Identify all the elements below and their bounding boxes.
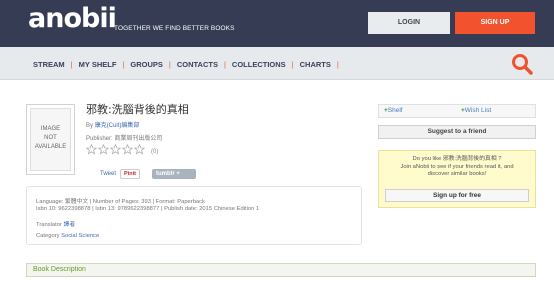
tweet-button[interactable]: Tweet: [100, 171, 116, 177]
book-details: Language: 繁體中文 | Number of Pages: 393 | …: [26, 186, 362, 245]
nav-groups[interactable]: GROUPS: [124, 61, 169, 69]
star-icon[interactable]: [122, 144, 133, 155]
nav-bar: STREAM | MY SHELF | GROUPS | CONTACTS | …: [0, 47, 554, 80]
signup-free-button[interactable]: Sign up for free: [385, 189, 529, 202]
main-nav: STREAM | MY SHELF | GROUPS | CONTACTS | …: [27, 61, 339, 69]
category-link[interactable]: Social Science: [61, 233, 99, 239]
star-icon[interactable]: [134, 144, 145, 155]
cover-placeholder: IMAGE NOT AVAILABLE: [30, 108, 71, 171]
rating-count: (0): [151, 149, 159, 155]
nav-separator: |: [336, 60, 339, 69]
shelf-actions: +Shelf +Wish List: [378, 104, 536, 118]
details-category-line: Category Social Science: [36, 233, 100, 239]
details-translator-line: Translator 譯者: [36, 222, 76, 228]
login-button[interactable]: LOGIN: [368, 12, 450, 34]
plus-icon: +: [176, 171, 180, 177]
nav-stream[interactable]: STREAM: [27, 61, 71, 69]
details-isbn-line: Isbn 10: 9622398878 | Isbn 13: 978962239…: [36, 206, 260, 212]
star-icon[interactable]: [98, 144, 109, 155]
nav-collections[interactable]: COLLECTIONS: [226, 61, 292, 69]
top-bar: anobii TOGETHER WE FIND BETTER BOOKS LOG…: [0, 0, 554, 47]
suggest-to-friend-button[interactable]: Suggest to a friend: [378, 125, 536, 139]
search-icon[interactable]: [511, 53, 533, 75]
nav-charts[interactable]: CHARTS: [294, 61, 337, 69]
tagline: TOGETHER WE FIND BETTER BOOKS: [114, 25, 235, 32]
star-icon[interactable]: [86, 144, 97, 155]
signup-prompt-box: Do you like 邪教:洗腦背後的真相 ? Join aNobii to …: [378, 150, 536, 208]
book-author: By 康克(Cult)編集部: [86, 123, 140, 129]
add-to-shelf-button[interactable]: +Shelf: [384, 107, 403, 114]
add-to-wishlist-button[interactable]: +Wish List: [461, 107, 491, 114]
signup-button[interactable]: SIGN UP: [455, 12, 535, 34]
rating-stars[interactable]: [86, 144, 145, 155]
book-description-tab[interactable]: Book Description: [26, 263, 536, 277]
nav-my-shelf[interactable]: MY SHELF: [73, 61, 123, 69]
book-title: 邪教:洗腦背後的真相: [86, 103, 189, 116]
anobii-logo[interactable]: anobii: [28, 4, 117, 34]
star-icon[interactable]: [110, 144, 121, 155]
translator-link[interactable]: 譯者: [64, 222, 76, 228]
nav-contacts[interactable]: CONTACTS: [171, 61, 224, 69]
author-link[interactable]: 康克(Cult)編集部: [95, 123, 140, 129]
signup-prompt-text: Do you like 邪教:洗腦背後的真相 ? Join aNobii to …: [400, 156, 514, 177]
details-format-line: Language: 繁體中文 | Number of Pages: 393 | …: [36, 199, 205, 205]
tumblr-button[interactable]: tumblr +: [152, 169, 196, 179]
book-cover: IMAGE NOT AVAILABLE: [26, 104, 75, 175]
book-publisher: Publisher: 商業周刊出版公司: [86, 136, 163, 142]
pinit-button[interactable]: Pinit: [120, 169, 140, 179]
